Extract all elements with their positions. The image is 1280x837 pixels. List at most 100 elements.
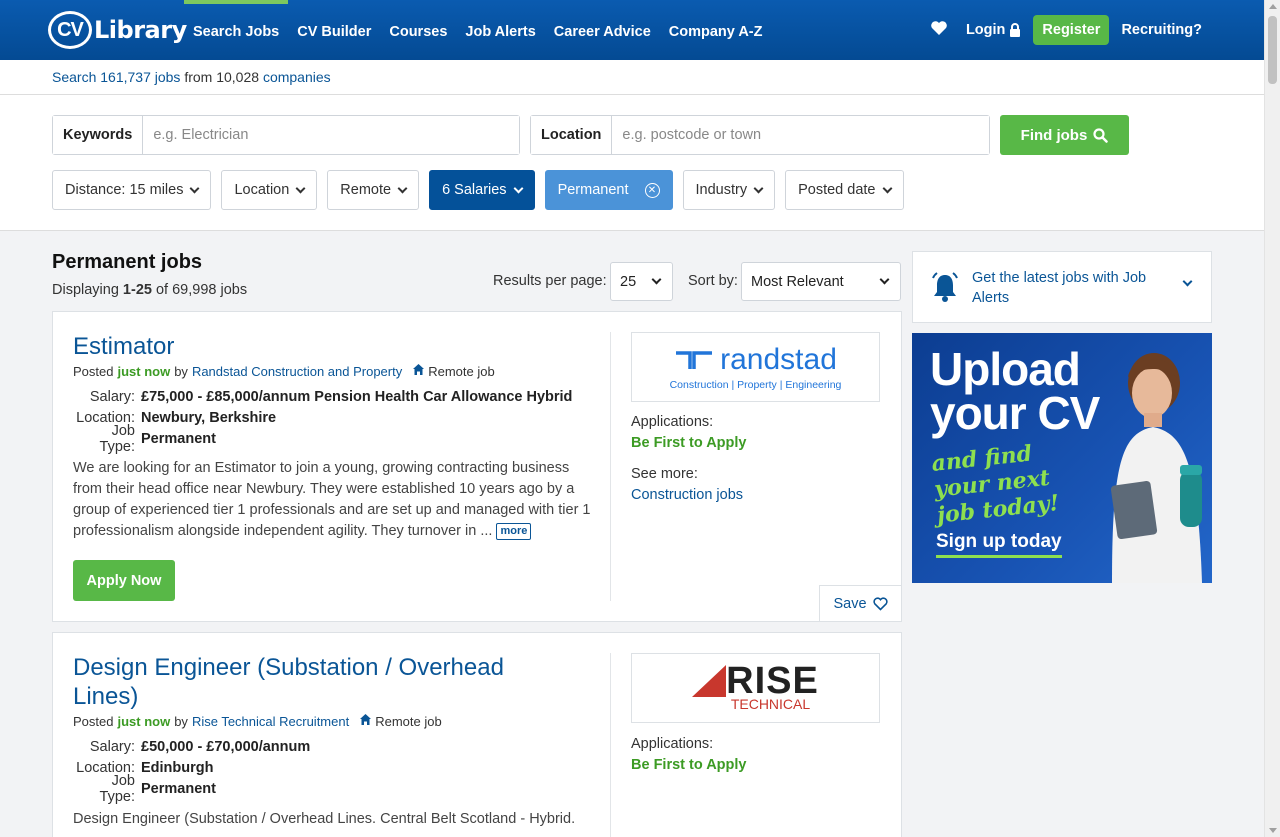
see-more-label: See more:	[631, 466, 698, 482]
scroll-up-arrow-icon[interactable]	[1269, 4, 1277, 9]
login-link[interactable]: Login	[966, 22, 1021, 38]
keywords-input[interactable]	[143, 116, 519, 154]
banner-signup-cta[interactable]: Sign up today	[936, 531, 1062, 558]
job-type-label: Job Type:	[99, 772, 135, 805]
saved-jobs-heart-icon[interactable]	[930, 19, 948, 42]
login-label: Login	[965, 22, 1006, 38]
location-value: Newbury, Berkshire	[141, 409, 277, 426]
scrollbar-thumb[interactable]	[1268, 16, 1277, 84]
apply-now-button[interactable]: Apply Now	[73, 560, 175, 601]
job-title-link[interactable]: Design Engineer (Substation / Overhead L…	[73, 653, 573, 711]
location-row: Location: Newbury, Berkshire	[73, 407, 572, 428]
company-link[interactable]: Rise Technical Recruitment	[192, 714, 349, 729]
company-logo[interactable]: RISE TECHNICAL	[631, 653, 880, 723]
job-count-text: Search 161,737 jobs from 10,028 companie…	[52, 69, 331, 85]
card-divider	[610, 653, 611, 837]
companies-link[interactable]: companies	[263, 69, 331, 85]
job-card: Design Engineer (Substation / Overhead L…	[52, 632, 902, 837]
chevron-down-icon	[1182, 276, 1193, 287]
nav-company-a-z[interactable]: Company A-Z	[660, 0, 772, 60]
remote-filter-label: Remote	[340, 182, 392, 198]
nav-cv-builder[interactable]: CV Builder	[288, 0, 380, 60]
nav-job-alerts[interactable]: Job Alerts	[456, 0, 544, 60]
cv-library-logo[interactable]: CV Library	[48, 9, 187, 51]
rise-logo-mark: RISE	[692, 660, 819, 702]
results-count: Displaying 1-25 of 69,998 jobs	[52, 282, 247, 298]
job-alerts-panel[interactable]: Get the latest jobs with Job Alerts	[912, 251, 1212, 323]
rise-wordmark: RISE	[726, 660, 819, 702]
sort-by-label: Sort by:	[688, 273, 738, 289]
salary-value: £75,000 - £85,000/annum Pension Health C…	[141, 388, 573, 405]
randstad-logo-mark: randstad	[674, 343, 837, 377]
applications-value: Be First to Apply	[631, 435, 747, 451]
nav-search-jobs[interactable]: Search Jobs	[184, 0, 289, 60]
lock-icon	[1010, 22, 1021, 37]
posted-line: Posted just now by Randstad Construction…	[73, 363, 495, 379]
scroll-down-arrow-icon[interactable]	[1269, 828, 1277, 833]
top-navigation-bar: CV Library Search Jobs CV Builder Course…	[0, 0, 1264, 60]
keywords-label: Keywords	[53, 116, 144, 154]
salary-row: Salary: £75,000 - £85,000/annum Pension H…	[73, 386, 573, 407]
job-card: Estimator Posted just now by Randstad Co…	[52, 311, 902, 622]
job-type-label: Job Type:	[99, 422, 135, 455]
job-description: We are looking for an Estimator to join …	[73, 458, 593, 542]
chevron-down-icon	[295, 183, 306, 193]
job-type-row: Job Type: Permanent	[73, 773, 310, 805]
location-input[interactable]	[612, 116, 989, 154]
house-icon	[359, 713, 372, 729]
company-link[interactable]: Randstad Construction and Property	[192, 364, 402, 379]
chevron-down-icon	[882, 183, 892, 193]
posted-prefix: Posted	[73, 363, 114, 379]
recruiting-link[interactable]: Recruiting?	[1121, 22, 1202, 38]
chevron-down-icon	[879, 274, 890, 285]
filter-bar: Distance: 15 miles Location Remote 6 Sal…	[52, 170, 904, 210]
permanent-filter-label: Permanent	[557, 182, 629, 198]
register-button[interactable]: Register	[1033, 15, 1110, 45]
keywords-field: Keywords	[52, 115, 520, 155]
job-description: Design Engineer (Substation / Overhead L…	[73, 809, 593, 830]
banner-heading: Upload your CV	[930, 346, 1100, 439]
company-logo[interactable]: randstad Construction | Property | Engin…	[631, 332, 880, 402]
logo-word: Library	[94, 16, 187, 44]
find-jobs-button[interactable]: Find jobs	[1000, 115, 1129, 155]
more-button[interactable]: more	[496, 522, 532, 540]
job-title-link[interactable]: Estimator	[73, 332, 174, 361]
displaying-suffix: of 69,998 jobs	[151, 282, 248, 298]
chevron-down-icon	[397, 183, 408, 193]
banner-line-2: your CV	[930, 387, 1100, 439]
chevron-down-icon	[651, 274, 662, 285]
randstad-subtitle: Construction | Property | Engineering	[669, 379, 842, 391]
results-per-page-value: 25	[620, 273, 637, 290]
salaries-filter[interactable]: 6 Salaries	[429, 170, 535, 210]
nav-career-advice[interactable]: Career Advice	[545, 0, 660, 60]
sort-by-select[interactable]: Most Relevant	[741, 262, 901, 301]
results-per-page-select[interactable]: 25	[610, 262, 673, 301]
main-nav: Search Jobs CV Builder Courses Job Alert…	[184, 0, 772, 60]
posted-prefix: Posted	[73, 713, 114, 729]
remove-filter-icon[interactable]: ✕	[644, 182, 660, 198]
location-filter[interactable]: Location	[221, 170, 318, 210]
location-filter-label: Location	[234, 182, 290, 198]
job-type-value: Permanent	[141, 430, 216, 447]
industry-filter[interactable]: Industry	[682, 170, 776, 210]
posted-time: just now	[117, 713, 171, 729]
heart-outline-icon	[872, 596, 888, 611]
page-scrollbar[interactable]	[1264, 0, 1280, 837]
applications-value: Be First to Apply	[631, 757, 747, 773]
distance-filter[interactable]: Distance: 15 miles	[52, 170, 212, 210]
save-job-button[interactable]: Save	[819, 585, 902, 622]
job-type-value: Permanent	[141, 780, 216, 797]
posted-by: by	[174, 713, 188, 729]
remote-filter[interactable]: Remote	[327, 170, 420, 210]
posted-time: just now	[117, 363, 171, 379]
upload-cv-banner[interactable]: Upload your CV and find your next job tod…	[912, 333, 1212, 583]
salary-label: Salary:	[89, 388, 135, 405]
chevron-down-icon	[753, 183, 764, 193]
see-more-link[interactable]: Construction jobs	[631, 487, 743, 503]
nav-courses[interactable]: Courses	[380, 0, 456, 60]
posted-date-filter[interactable]: Posted date	[785, 170, 904, 210]
permanent-filter-chip[interactable]: Permanent ✕	[544, 170, 673, 210]
jobs-count-link[interactable]: 161,737 jobs	[100, 69, 180, 85]
count-middle: from 10,028	[180, 69, 263, 85]
banner-tagline: and find your next job today!	[930, 440, 1061, 529]
